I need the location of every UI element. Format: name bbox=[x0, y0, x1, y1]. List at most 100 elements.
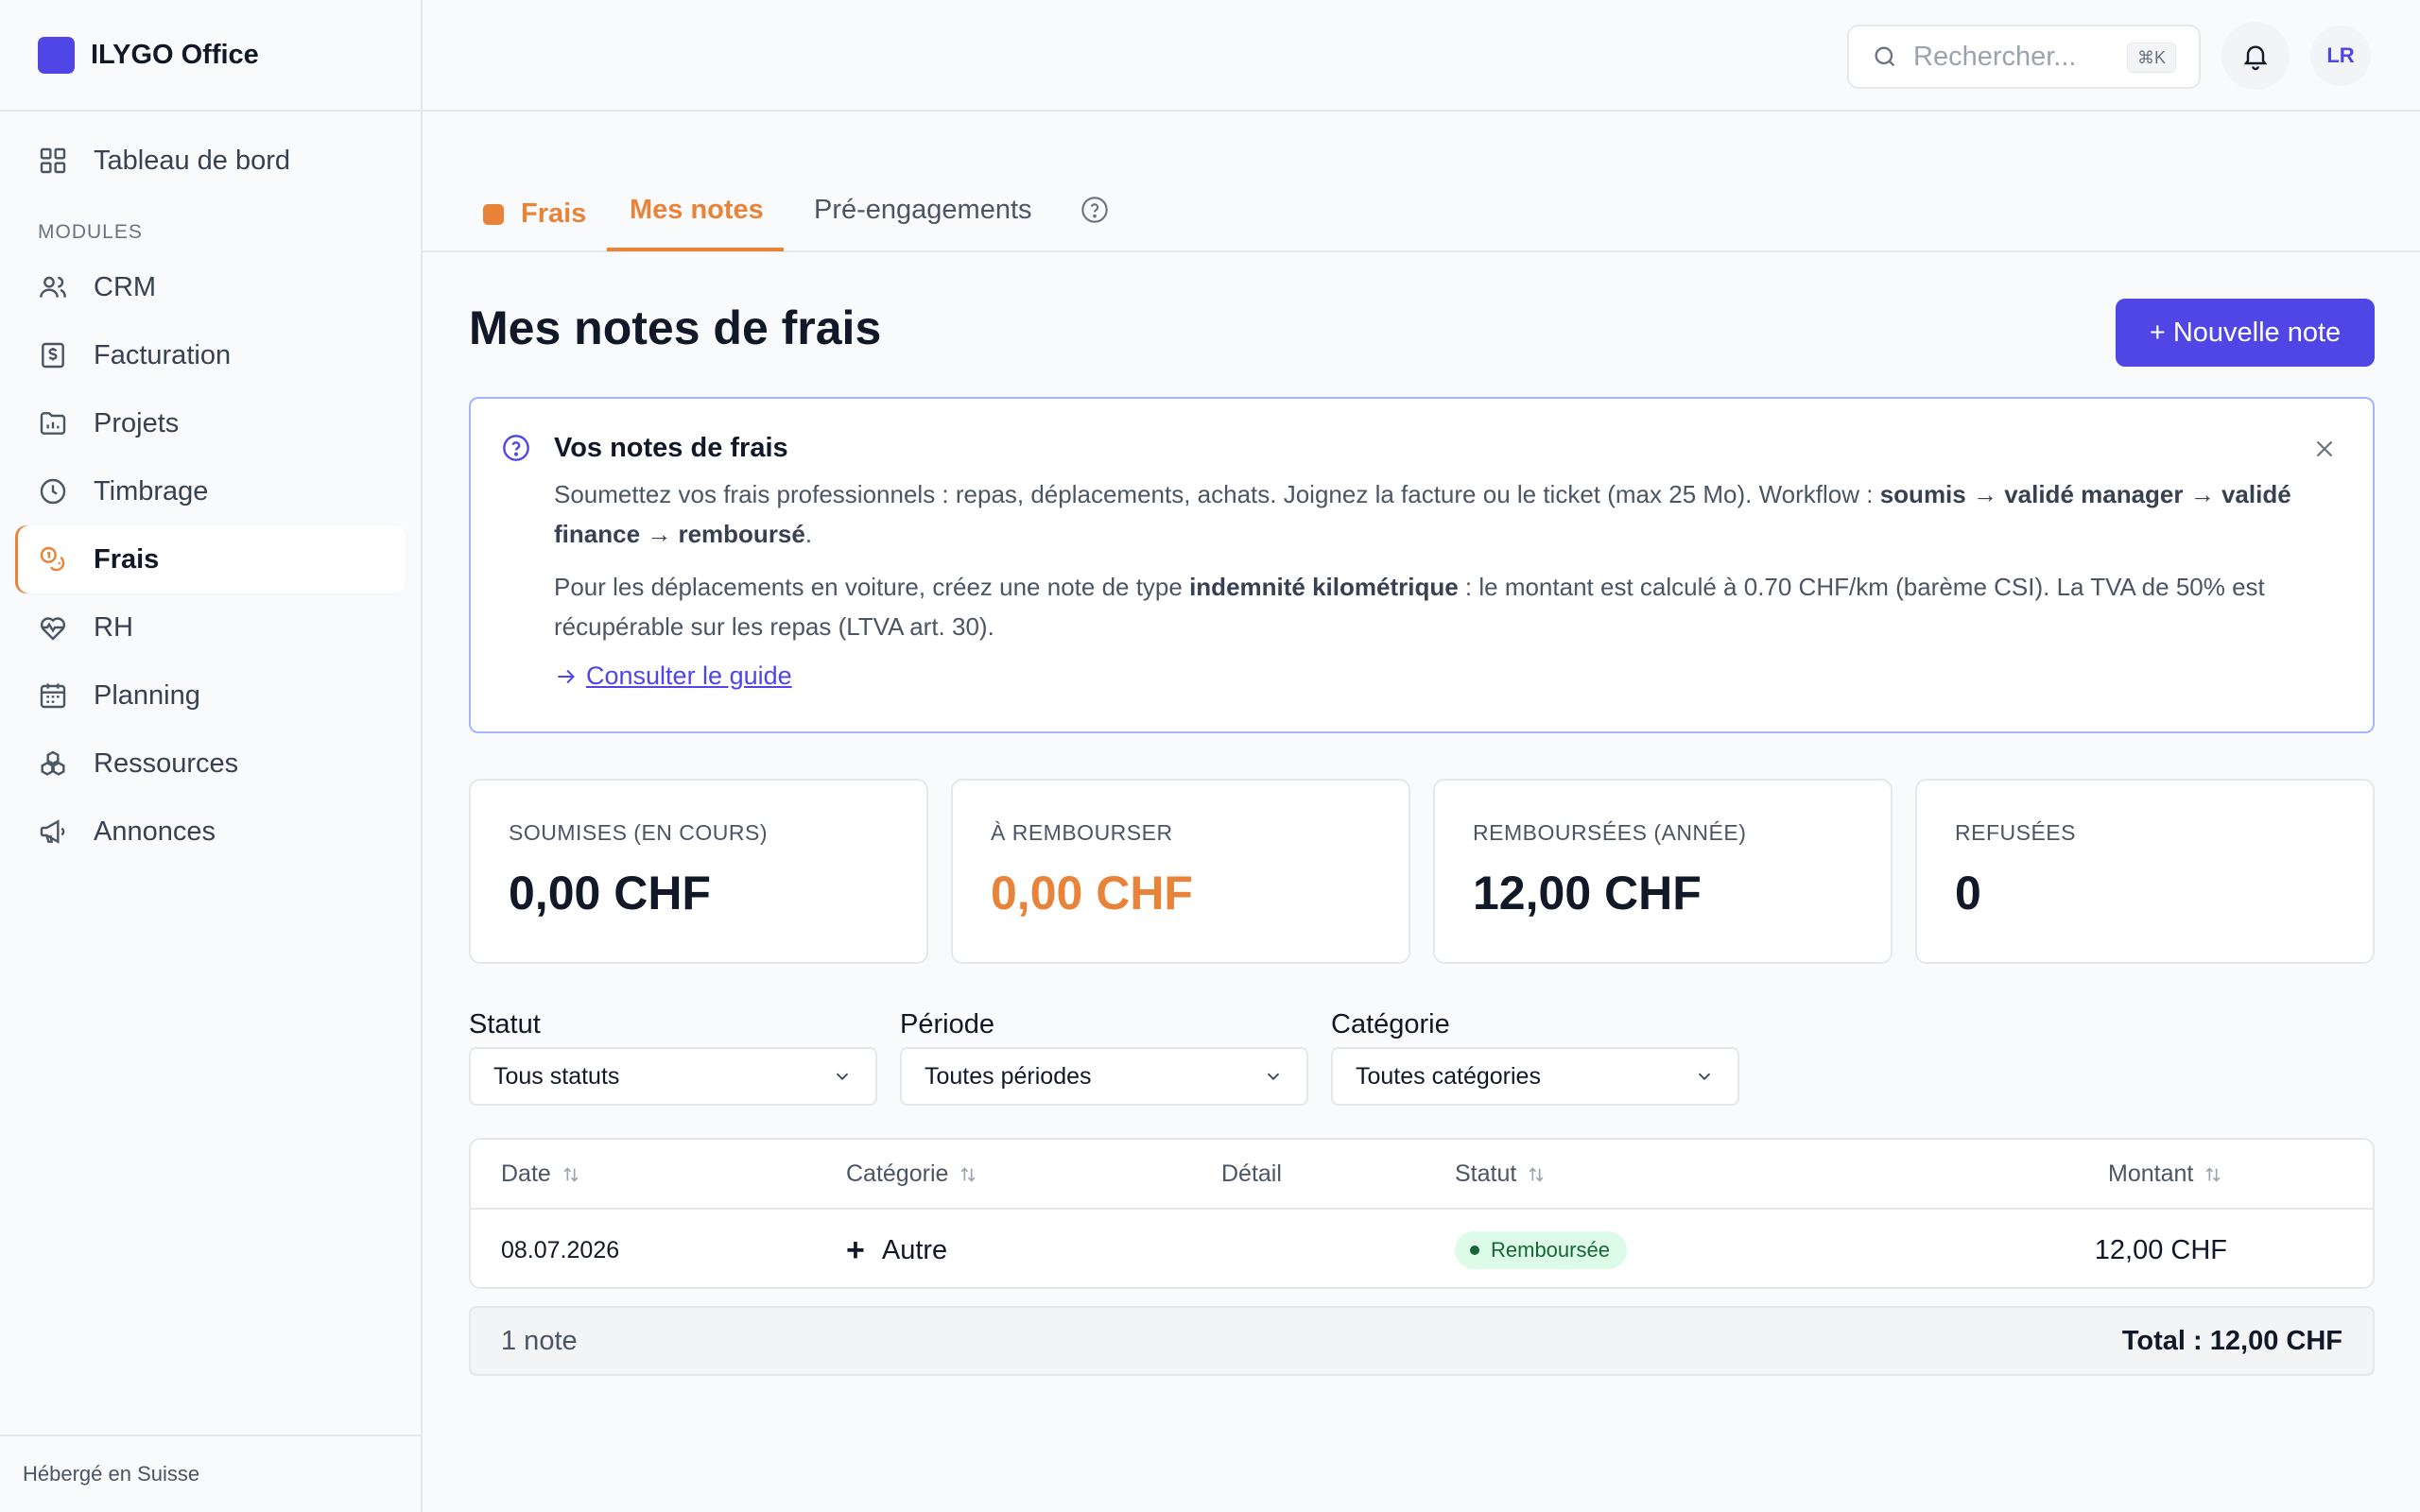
stat-value: 0,00 CHF bbox=[991, 867, 1193, 919]
brand[interactable]: ILYGO Office bbox=[0, 0, 421, 112]
sidebar-item-label: Planning bbox=[94, 679, 200, 711]
sidebar-item-planning[interactable]: Planning bbox=[15, 662, 406, 730]
select-value: Tous statuts bbox=[493, 1062, 620, 1090]
stat-card-a-rembourser: À REMBOURSER 0,00 CHF bbox=[951, 779, 1410, 964]
sidebar-item-crm[interactable]: CRM bbox=[15, 253, 406, 321]
expenses-table: Date Catégorie Détail Statut Montant 08.… bbox=[469, 1138, 2375, 1289]
filter-periode: Période Toutes périodes bbox=[900, 1009, 1308, 1106]
status-badge: Remboursée bbox=[1455, 1231, 1627, 1269]
search-shortcut: ⌘K bbox=[2126, 43, 2176, 73]
module-tabs: Frais Mes notes Pré-engagements bbox=[423, 112, 2420, 252]
app-logo bbox=[38, 36, 75, 74]
stat-card-soumises: SOUMISES (EN COURS) 0,00 CHF bbox=[469, 779, 928, 964]
module-label[interactable]: Frais bbox=[483, 198, 586, 230]
calendar-icon bbox=[40, 683, 66, 709]
sidebar-item-frais[interactable]: Frais bbox=[15, 525, 406, 593]
heart-pulse-icon bbox=[41, 617, 65, 641]
info-mileage-text: Pour les déplacements en voiture, créez … bbox=[554, 567, 2331, 646]
app-name: ILYGO Office bbox=[91, 39, 259, 70]
guide-link[interactable]: Consulter le guide bbox=[554, 662, 792, 691]
status-select[interactable]: Tous statuts bbox=[469, 1047, 877, 1106]
search-box[interactable]: ⌘K bbox=[1847, 25, 2201, 89]
info-text-bold: indemnité kilométrique bbox=[1189, 573, 1459, 601]
invoice-icon bbox=[42, 342, 64, 369]
column-header-statut[interactable]: Statut bbox=[1455, 1160, 1547, 1188]
help-icon[interactable] bbox=[1080, 195, 1110, 225]
sort-icon bbox=[563, 1166, 579, 1182]
category-label: Autre bbox=[881, 1234, 948, 1265]
column-label: Montant bbox=[2108, 1160, 2194, 1187]
sort-icon bbox=[960, 1166, 976, 1182]
stat-label: SOUMISES (EN COURS) bbox=[509, 820, 769, 845]
close-icon[interactable] bbox=[2310, 435, 2339, 463]
sidebar-item-facturation[interactable]: Facturation bbox=[15, 321, 406, 389]
tab-mes-notes[interactable]: Mes notes bbox=[630, 195, 764, 226]
status-label: Remboursée bbox=[1491, 1238, 1610, 1262]
sidebar-item-annonces[interactable]: Annonces bbox=[15, 798, 406, 866]
sidebar-item-label: Facturation bbox=[94, 339, 232, 370]
users-icon bbox=[40, 276, 66, 298]
sidebar-item-label: RH bbox=[94, 611, 133, 643]
column-header-categorie[interactable]: Catégorie bbox=[846, 1160, 978, 1188]
sort-icon bbox=[2205, 1166, 2221, 1182]
cell-date: 08.07.2026 bbox=[501, 1236, 620, 1263]
module-name: Frais bbox=[521, 198, 587, 229]
hosting-note: Hébergé en Suisse bbox=[0, 1435, 421, 1512]
info-text: . bbox=[804, 520, 813, 548]
status-dot-icon bbox=[1470, 1246, 1479, 1255]
stat-label: REMBOURSÉES (ANNÉE) bbox=[1473, 820, 1747, 845]
column-label: Statut bbox=[1455, 1160, 1517, 1187]
new-note-button[interactable]: + Nouvelle note bbox=[2116, 299, 2375, 367]
sidebar-item-dashboard[interactable]: Tableau de bord bbox=[15, 127, 406, 195]
active-tab-indicator bbox=[607, 248, 784, 251]
column-header-date[interactable]: Date bbox=[501, 1160, 581, 1188]
stat-value: 0 bbox=[1955, 867, 1981, 919]
folder-icon bbox=[40, 412, 66, 435]
period-select[interactable]: Toutes périodes bbox=[900, 1047, 1308, 1106]
table-row[interactable]: 08.07.2026 + Autre Remboursée 12,00 CHF bbox=[471, 1211, 2373, 1289]
sidebar-item-label: Ressources bbox=[94, 747, 239, 779]
question-circle-icon bbox=[503, 435, 529, 461]
module-color-icon bbox=[483, 203, 504, 225]
tab-pre-engagements[interactable]: Pré-engagements bbox=[814, 195, 1032, 226]
sort-icon bbox=[1529, 1166, 1544, 1182]
search-icon bbox=[1875, 46, 1895, 67]
sidebar-item-label: Tableau de bord bbox=[94, 145, 290, 176]
stat-value: 12,00 CHF bbox=[1473, 867, 1702, 919]
stat-card-remboursees: REMBOURSÉES (ANNÉE) 12,00 CHF bbox=[1433, 779, 1893, 964]
column-label: Détail bbox=[1221, 1160, 1282, 1187]
sidebar-item-ressources[interactable]: Ressources bbox=[15, 730, 406, 798]
sidebar-item-timbrage[interactable]: Timbrage bbox=[15, 457, 406, 525]
info-workflow-text: Soumettez vos frais professionnels : rep… bbox=[554, 474, 2331, 554]
search-input[interactable] bbox=[1913, 41, 2112, 73]
sidebar-item-projets[interactable]: Projets bbox=[15, 389, 406, 457]
sidebar-item-label: Annonces bbox=[94, 816, 216, 847]
arrow-right-icon bbox=[558, 669, 575, 683]
cell-status: Remboursée bbox=[1455, 1211, 1627, 1289]
table-header: Date Catégorie Détail Statut Montant bbox=[471, 1140, 2373, 1210]
sidebar-nav: Tableau de bord MODULES CRM Facturation … bbox=[0, 112, 421, 866]
row-count: 1 note bbox=[501, 1325, 578, 1356]
stat-value: 0,00 CHF bbox=[509, 867, 711, 919]
table-footer: 1 note Total : 12,00 CHF bbox=[469, 1306, 2375, 1376]
sidebar-item-label: Timbrage bbox=[94, 475, 209, 507]
filter-statut: Statut Tous statuts bbox=[469, 1009, 877, 1106]
plus-icon: + bbox=[846, 1231, 865, 1268]
notifications-button[interactable] bbox=[2221, 22, 2290, 90]
column-label: Catégorie bbox=[846, 1160, 949, 1187]
cell-amount: 12,00 CHF bbox=[2094, 1234, 2227, 1265]
column-header-montant[interactable]: Montant bbox=[2108, 1160, 2223, 1188]
info-title: Vos notes de frais bbox=[554, 433, 788, 463]
guide-link-label: Consulter le guide bbox=[586, 662, 792, 690]
grid-icon bbox=[40, 147, 66, 174]
avatar[interactable]: LR bbox=[2310, 26, 2371, 86]
topbar: ⌘K LR bbox=[423, 0, 2420, 112]
stat-label: À REMBOURSER bbox=[991, 820, 1173, 845]
category-select[interactable]: Toutes catégories bbox=[1331, 1047, 1739, 1106]
filter-label: Statut bbox=[469, 1009, 541, 1040]
sidebar-item-label: Frais bbox=[94, 543, 160, 575]
filter-label: Catégorie bbox=[1331, 1009, 1450, 1040]
column-label: Date bbox=[501, 1160, 551, 1187]
info-text: Pour les déplacements en voiture, créez … bbox=[554, 573, 1190, 601]
sidebar-item-rh[interactable]: RH bbox=[15, 593, 406, 662]
